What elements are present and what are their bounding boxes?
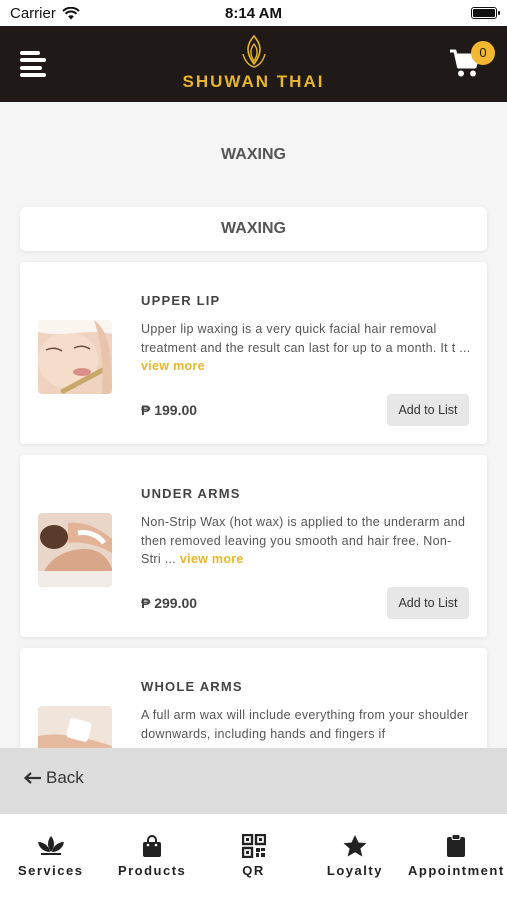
service-description: Non-Strip Wax (hot wax) is applied to th… (141, 515, 466, 566)
hamburger-menu-icon[interactable] (20, 51, 48, 77)
carrier-label: Carrier (10, 4, 56, 22)
service-image-whole-arms (38, 706, 112, 750)
nav-qr-label: QR (242, 863, 265, 878)
service-description: Upper lip waxing is a very quick facial … (141, 322, 471, 373)
service-name: UPPER LIP (141, 293, 221, 308)
service-card-upper-lip: UPPER LIP Upper lip waxing is a very qui… (20, 262, 487, 444)
clipboard-icon (447, 834, 466, 857)
nav-services-label: Services (17, 863, 84, 878)
service-image-under-arms (38, 513, 112, 587)
brand-logo: SHUWAN THAI (0, 34, 507, 92)
view-more-link[interactable]: view more (141, 359, 205, 373)
service-image-upper-lip (38, 320, 112, 394)
main-content: WAXING WAXING UPPER LIP Upper lip waxing… (0, 102, 507, 750)
cart-button[interactable]: 0 (449, 41, 495, 82)
add-to-list-button[interactable]: Add to List (387, 587, 469, 619)
carrier-group: Carrier (10, 5, 80, 22)
status-bar: Carrier 8:14 AM (0, 0, 507, 26)
nav-products-label: Products (117, 863, 187, 878)
shopping-bag-icon (143, 835, 162, 857)
back-bar: Back (0, 748, 507, 814)
nav-products[interactable]: Products (101, 814, 202, 900)
bottom-navigation: Services Products QR Loyalty Appointment (0, 814, 507, 900)
view-more-link[interactable]: view more (180, 552, 244, 566)
lotus-icon (37, 836, 64, 855)
qr-code-icon (241, 834, 266, 858)
back-button[interactable]: Back (24, 768, 84, 788)
brand-name: SHUWAN THAI (182, 72, 325, 91)
service-card-under-arms: UNDER ARMS Non-Strip Wax (hot wax) is ap… (20, 455, 487, 637)
star-icon (343, 835, 367, 857)
category-header: WAXING (20, 207, 487, 251)
nav-appointment-label: Appointment (408, 863, 505, 878)
lotus-flame-logo-icon (241, 34, 266, 68)
nav-qr[interactable]: QR (203, 814, 304, 900)
battery-icon (471, 7, 500, 19)
nav-services[interactable]: Services (0, 814, 101, 900)
back-label: Back (46, 768, 84, 787)
service-description: A full arm wax will include everything f… (141, 708, 469, 741)
nav-loyalty[interactable]: Loyalty (304, 814, 405, 900)
service-name: UNDER ARMS (141, 486, 241, 501)
nav-loyalty-label: Loyalty (326, 863, 383, 878)
service-card-whole-arms: WHOLE ARMS A full arm wax will include e… (20, 648, 487, 750)
service-name: WHOLE ARMS (141, 679, 243, 694)
arrow-left-icon (24, 772, 41, 784)
add-to-list-button[interactable]: Add to List (387, 394, 469, 426)
nav-appointment[interactable]: Appointment (406, 814, 507, 900)
service-price: ₱ 199.00 (141, 402, 198, 418)
app-header: SHUWAN THAI 0 (0, 26, 507, 102)
service-price: ₱ 299.00 (141, 595, 198, 611)
wifi-icon (62, 6, 80, 19)
cart-count-badge: 0 (471, 41, 495, 65)
page-title: WAXING (221, 146, 286, 163)
